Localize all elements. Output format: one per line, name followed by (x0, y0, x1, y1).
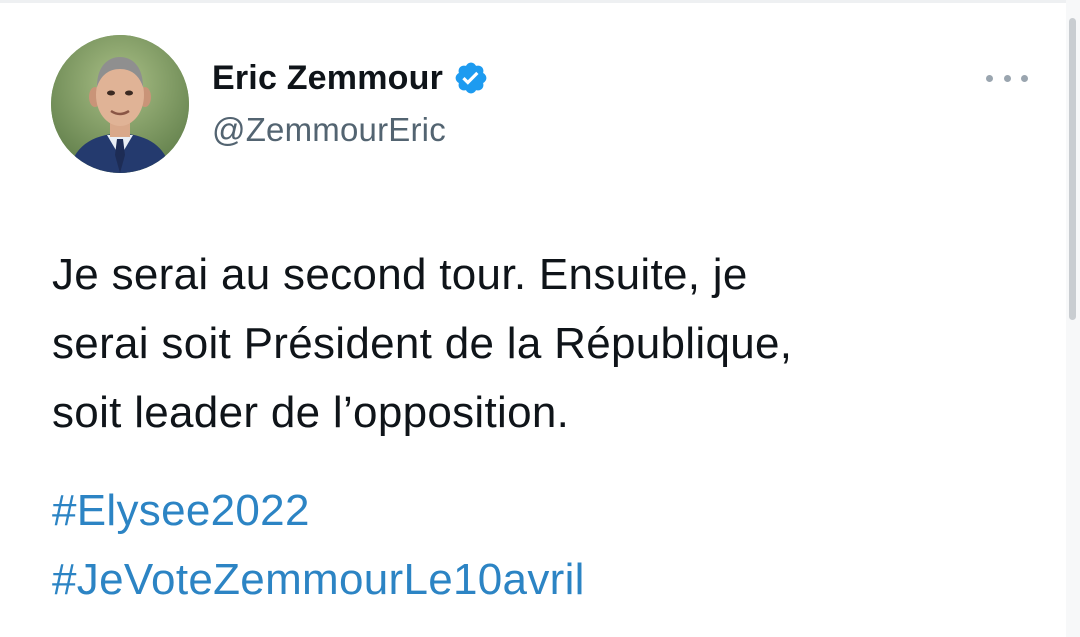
tweet-text-line: Je serai au second tour. Ensuite, je (52, 250, 748, 299)
more-options-icon[interactable] (986, 66, 1028, 90)
tweet-text-line: soit leader de l’opposition. (52, 388, 570, 437)
tweet-card: Eric Zemmour @ZemmourEric Je serai au se… (0, 0, 1080, 637)
scrollbar[interactable] (1066, 0, 1080, 637)
more-dot (1003, 74, 1011, 82)
avatar[interactable] (51, 35, 189, 173)
hashtags: #Elysee2022 #JeVoteZemmourLe10avril (52, 476, 585, 614)
more-dot (986, 74, 993, 82)
user-handle[interactable]: @ZemmourEric (212, 111, 489, 149)
author-info: Eric Zemmour @ZemmourEric (212, 58, 489, 149)
display-name[interactable]: Eric Zemmour (212, 59, 443, 98)
scrollbar-thumb[interactable] (1069, 18, 1076, 320)
verified-badge-icon (453, 60, 489, 96)
display-name-row: Eric Zemmour (212, 58, 489, 98)
tweet-text-line: serai soit Président de la République, (52, 319, 793, 368)
avatar-portrait (51, 35, 189, 173)
top-divider (0, 0, 1080, 3)
hashtag-link[interactable]: #JeVoteZemmourLe10avril (52, 545, 585, 614)
tweet-text: Je serai au second tour. Ensuite, je ser… (52, 240, 1012, 447)
hashtag-link[interactable]: #Elysee2022 (52, 476, 585, 545)
more-dot (1021, 74, 1028, 82)
